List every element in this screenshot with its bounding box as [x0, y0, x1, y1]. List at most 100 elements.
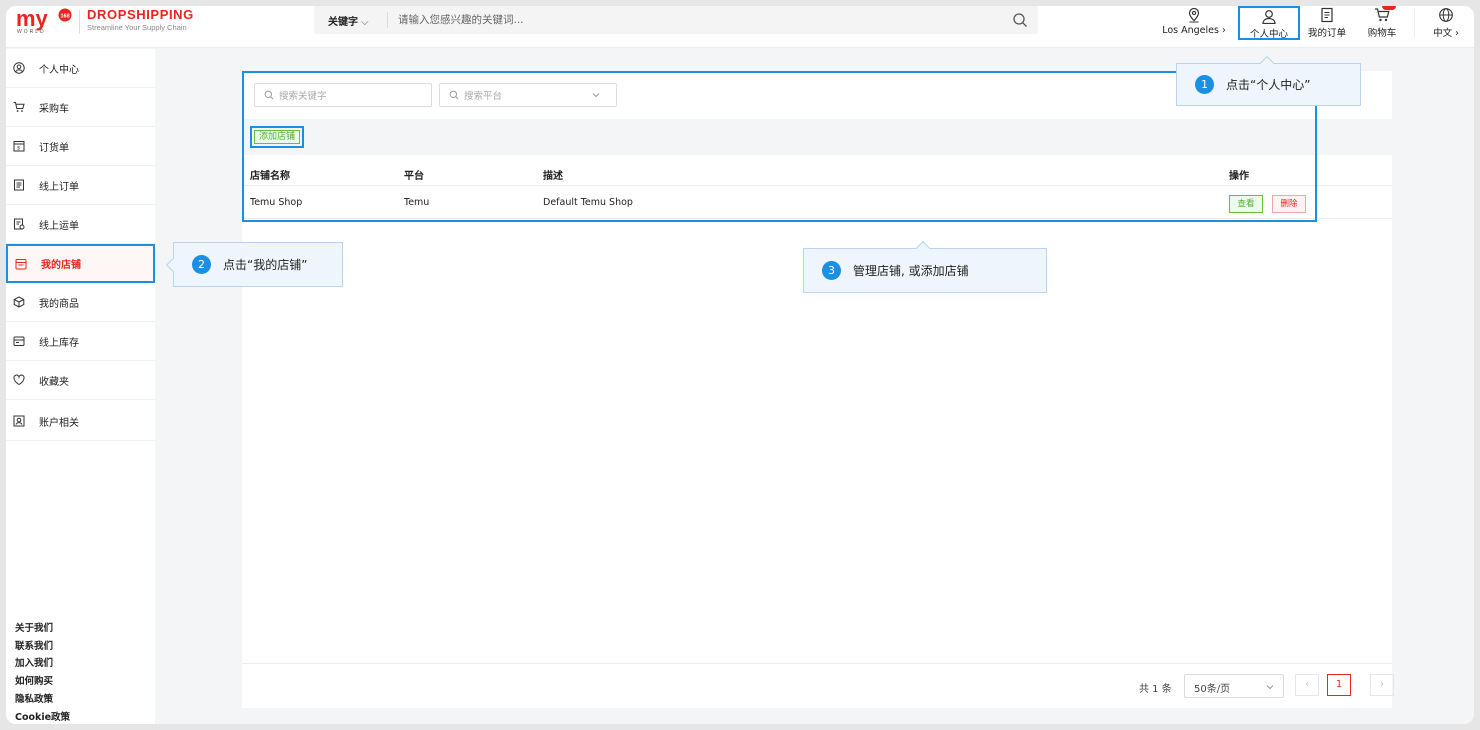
- brand-title: DROPSHIPPING: [87, 7, 194, 22]
- brand-subtitle: Streamline Your Supply Chain: [87, 23, 187, 32]
- svg-text:WORLD: WORLD: [17, 29, 46, 34]
- box-icon: [13, 296, 25, 308]
- svg-text:my: my: [16, 8, 49, 31]
- sidebar-item-favorites[interactable]: 收藏夹: [6, 361, 155, 400]
- search-input[interactable]: [398, 10, 998, 30]
- personal-center-label: 个人中心: [1249, 29, 1288, 40]
- cart-icon: [13, 102, 25, 112]
- platform-cell: Temu: [404, 197, 430, 208]
- column-header-platform: 平台: [404, 171, 424, 182]
- brand-block: DROPSHIPPING Streamline Your Supply Chai…: [87, 7, 194, 32]
- inventory-icon: [13, 336, 25, 346]
- chevron-down-icon: ⌵: [361, 17, 369, 28]
- platform-filter-placeholder: 搜索平台: [464, 91, 503, 102]
- table-toolbar: 添加店铺: [242, 119, 1392, 155]
- footer-link-cookie[interactable]: Cookie政策: [15, 709, 70, 724]
- search-divider: [387, 12, 388, 28]
- sidebar-item-label: 我的店铺: [41, 260, 81, 271]
- sidebar-item-online-waybill[interactable]: 线上运单: [6, 205, 155, 244]
- sidebar-item-online-orders[interactable]: 线上订单: [6, 166, 155, 205]
- sidebar-item-order-form[interactable]: $ 订货单: [6, 127, 155, 166]
- orders-icon: [1321, 7, 1333, 23]
- step-number-badge: 1: [1195, 75, 1214, 94]
- store-name-cell: Temu Shop: [250, 197, 303, 208]
- column-header-actions: 操作: [1229, 171, 1249, 182]
- svg-text:168: 168: [61, 14, 70, 20]
- logo-divider: [79, 10, 80, 34]
- order-form-icon: $: [13, 141, 25, 152]
- step-number-badge: 2: [192, 255, 211, 274]
- prev-page-button[interactable]: ‹: [1295, 674, 1319, 696]
- sidebar-item-online-inventory[interactable]: 线上库存: [6, 322, 155, 361]
- table-header: 店铺名称 平台 描述 操作: [242, 159, 1392, 186]
- footer-link-how-to-buy[interactable]: 如何购买: [15, 673, 70, 691]
- footer-link-contact[interactable]: 联系我们: [15, 638, 70, 656]
- myus-logo[interactable]: my 168 WORLD: [16, 8, 76, 34]
- footer-link-join[interactable]: 加入我们: [15, 655, 70, 673]
- app-window: my 168 WORLD DROPSHIPPING Streamline You…: [6, 6, 1474, 724]
- location-label: Los Angeles: [1162, 25, 1219, 36]
- my-orders-label: 我的订单: [1307, 28, 1346, 39]
- step-number-badge: 3: [822, 261, 841, 280]
- language-label: 中文: [1433, 28, 1453, 39]
- cart-label: 购物车: [1367, 28, 1397, 39]
- search-scope-label: 关键字: [328, 17, 358, 28]
- keyword-filter-input[interactable]: 搜索关键字: [254, 83, 432, 107]
- sidebar-item-account[interactable]: 账户相关: [6, 402, 155, 441]
- language-selector[interactable]: 中文 ›: [1426, 6, 1466, 46]
- sidebar-item-purchase-cart[interactable]: 采购车: [6, 88, 155, 127]
- search-scope-dropdown[interactable]: 关键字 ⌵: [328, 13, 369, 28]
- footer-link-about[interactable]: 关于我们: [15, 620, 70, 638]
- view-store-button[interactable]: 查看: [1229, 195, 1263, 213]
- sidebar-item-personal-center[interactable]: 个人中心: [6, 49, 155, 88]
- my-orders-link[interactable]: 我的订单: [1302, 6, 1352, 46]
- cart-link[interactable]: 购物车: [1360, 6, 1404, 46]
- tooltip-text: 点击“个人中心”: [1226, 78, 1311, 92]
- guide-tooltip-3: 3 管理店铺, 或添加店铺: [803, 240, 1047, 293]
- sidebar-item-label: 线上库存: [39, 337, 79, 349]
- add-store-label: 添加店铺: [254, 130, 300, 144]
- chevron-down-icon: [592, 93, 600, 98]
- sidebar-item-label: 订货单: [39, 142, 69, 154]
- platform-filter-select[interactable]: 搜索平台: [439, 83, 617, 107]
- location-pin-icon: [1188, 7, 1200, 23]
- pagination-bar: 共 1 条 50条/页 ‹ 1 ›: [242, 663, 1394, 708]
- sidebar-item-my-store[interactable]: 我的店铺: [6, 244, 155, 283]
- sidebar-footer-links: 关于我们 联系我们 加入我们 如何购买 隐私政策 Cookie政策: [15, 620, 70, 724]
- document-icon: [14, 179, 24, 191]
- top-header: my 168 WORLD DROPSHIPPING Streamline You…: [6, 6, 1474, 48]
- sidebar: 个人中心 采购车 $ 订货单 线上订单 线上运单 我的店铺 我的商品 线上库存: [6, 49, 155, 724]
- search-icon: [264, 90, 274, 100]
- page-size-select[interactable]: 50条/页: [1184, 674, 1284, 698]
- guide-tooltip-1: 1 点击“个人中心”: [1176, 55, 1361, 106]
- personal-center-link[interactable]: 个人中心: [1238, 6, 1300, 40]
- sidebar-item-label: 采购车: [39, 103, 69, 115]
- sidebar-item-label: 账户相关: [39, 417, 79, 429]
- footer-link-privacy[interactable]: 隐私政策: [15, 691, 70, 709]
- chevron-down-icon: [1266, 685, 1274, 690]
- sidebar-item-label: 我的商品: [39, 298, 79, 310]
- store-icon: [15, 258, 27, 269]
- location-selector[interactable]: Los Angeles ›: [1156, 6, 1232, 46]
- user-circle-icon: [13, 62, 25, 74]
- next-page-button[interactable]: ›: [1370, 674, 1394, 696]
- add-store-button[interactable]: 添加店铺: [250, 126, 304, 148]
- page-size-value: 50条/页: [1194, 684, 1231, 695]
- sidebar-item-label: 线上订单: [39, 181, 79, 193]
- search-icon: [449, 90, 459, 100]
- heart-icon: [13, 374, 25, 386]
- sidebar-item-label: 线上运单: [39, 220, 79, 232]
- account-icon: [13, 415, 25, 427]
- cart-badge: [1382, 6, 1396, 10]
- delete-store-button[interactable]: 删除: [1272, 195, 1306, 213]
- search-icon[interactable]: [1012, 12, 1028, 28]
- tooltip-arrow: [1259, 55, 1275, 71]
- sidebar-item-my-products[interactable]: 我的商品: [6, 283, 155, 322]
- sidebar-item-label: 个人中心: [39, 64, 79, 76]
- current-page-button[interactable]: 1: [1327, 674, 1351, 696]
- sidebar-item-label: 收藏夹: [39, 376, 69, 388]
- table-row: Temu Shop Temu Default Temu Shop 查看 删除: [242, 189, 1392, 219]
- total-count: 共 1 条: [1139, 684, 1172, 695]
- svg-text:$: $: [17, 146, 20, 152]
- guide-tooltip-2: 2 点击“我的店铺”: [165, 242, 343, 287]
